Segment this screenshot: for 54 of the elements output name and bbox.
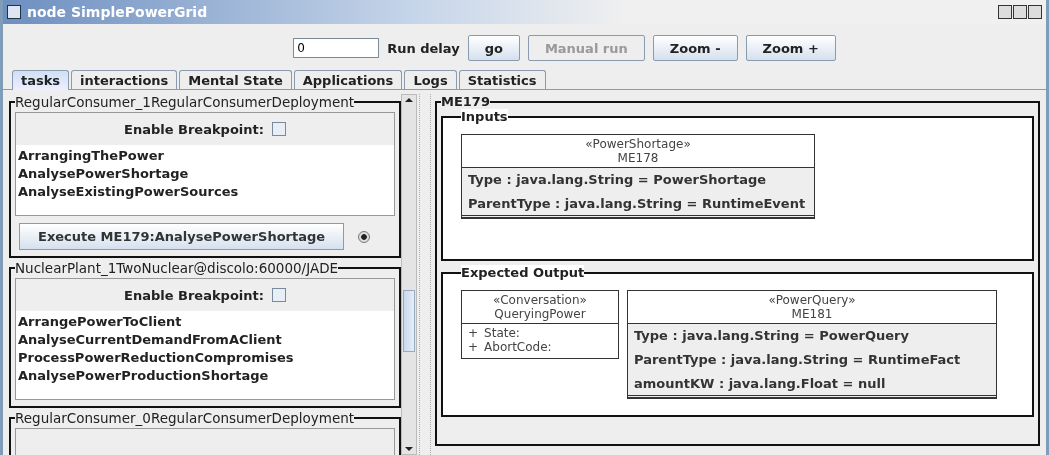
- class-name: ME178: [616, 151, 660, 165]
- delay-label: Run delay: [387, 40, 460, 56]
- tab[interactable]: Statistics: [458, 70, 546, 89]
- section-title: Expected Output: [461, 265, 585, 280]
- task-item[interactable]: AnalysePowerShortage: [18, 165, 392, 183]
- attribute-text: State:: [484, 326, 520, 340]
- scroll-thumb[interactable]: [403, 290, 415, 352]
- tab[interactable]: Applications: [293, 70, 403, 89]
- visibility-mark: +: [468, 340, 479, 354]
- tab[interactable]: Logs: [404, 70, 457, 89]
- toolbar-button[interactable]: Zoom +: [745, 35, 836, 61]
- execute-button[interactable]: Execute ME179:AnalysePowerShortage: [19, 223, 345, 250]
- tab[interactable]: tasks: [12, 70, 70, 90]
- attribute-text: Type : java.lang.String = PowerQuery: [634, 328, 910, 343]
- maximize-button[interactable]: [1013, 5, 1027, 19]
- attribute-text: AbortCode:: [484, 340, 552, 354]
- breakpoint-checkbox[interactable]: [271, 122, 286, 136]
- attribute-text: amountKW : java.lang.Float = null: [634, 376, 887, 391]
- task-item[interactable]: ArrangingThePower: [18, 147, 392, 165]
- radio-button[interactable]: [358, 230, 371, 243]
- window-icon: [7, 5, 21, 19]
- task-item[interactable]: AnalyseCurrentDemandFromAClient: [18, 331, 392, 349]
- breakpoint-label: Enable Breakpoint:: [124, 287, 264, 303]
- event-title: ME179: [441, 94, 490, 109]
- attribute-text: ParentType : java.lang.String = RuntimeFact: [634, 352, 962, 367]
- toolbar-button[interactable]: Zoom -: [652, 35, 738, 61]
- task-item[interactable]: AnalyseExistingPowerSources: [18, 183, 392, 201]
- toolbar-button[interactable]: go: [467, 35, 520, 61]
- stereotype-label: «PowerQuery»: [767, 293, 857, 307]
- agent-title: NuclearPlant_1TwoNuclear@discolo:60000/JADE: [15, 260, 339, 276]
- task-item[interactable]: ArrangePowerToClient: [18, 313, 392, 331]
- attribute-text: Type : java.lang.String = PowerShortage: [468, 172, 768, 187]
- stereotype-label: «PowerShortage»: [584, 137, 692, 151]
- class-name: ME181: [790, 307, 834, 321]
- section-title: Inputs: [461, 109, 508, 124]
- tab[interactable]: interactions: [71, 70, 178, 89]
- visibility-mark: +: [468, 326, 479, 340]
- agent-title: RegularConsumer_1RegularConsumerDeployment: [15, 94, 355, 110]
- scroll-down-icon[interactable]: [404, 444, 414, 454]
- delay-field[interactable]: 0: [293, 38, 380, 58]
- minimize-button[interactable]: [998, 5, 1012, 19]
- task-item[interactable]: ProcessPowerReductionCompromises: [18, 349, 392, 367]
- attribute-text: ParentType : java.lang.String = RuntimeEvent: [468, 196, 807, 211]
- breakpoint-label: Enable Breakpoint:: [124, 121, 264, 137]
- tab[interactable]: Mental State: [179, 70, 292, 89]
- stereotype-label: «Conversation»: [492, 293, 588, 307]
- class-name: QueryingPower: [493, 307, 587, 321]
- window-title: node SimplePowerGrid: [27, 4, 208, 20]
- scrollbar[interactable]: [401, 94, 417, 455]
- breakpoint-checkbox[interactable]: [271, 288, 286, 302]
- scroll-up-icon[interactable]: [404, 95, 414, 105]
- close-button[interactable]: [1028, 5, 1042, 19]
- task-item[interactable]: AnalysePowerProductionShortage: [18, 367, 392, 385]
- agent-title: RegularConsumer_0RegularConsumerDeployment: [15, 410, 355, 426]
